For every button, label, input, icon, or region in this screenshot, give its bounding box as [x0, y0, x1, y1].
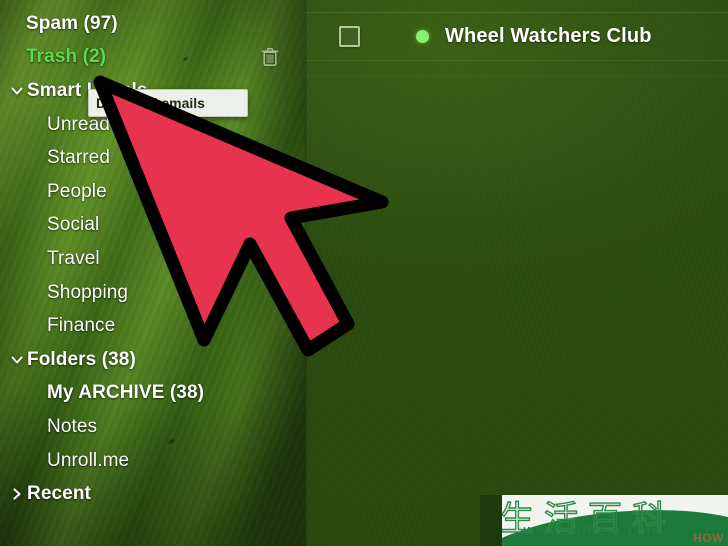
- sidebar-item-label: Shopping: [47, 281, 129, 303]
- sidebar-item-label: Trash (2): [26, 46, 107, 68]
- message-row[interactable]: Wheel Watchers Club: [305, 13, 728, 59]
- pane-seam: [305, 0, 307, 546]
- list-divider-bottom: [305, 60, 728, 61]
- sidebar-item-label: Finance: [47, 315, 116, 337]
- sidebar-item-finance[interactable]: Finance: [0, 309, 305, 343]
- sidebar-item-folders[interactable]: Folders (38): [0, 343, 305, 377]
- chevron-right-icon[interactable]: [9, 486, 25, 502]
- chevron-down-icon[interactable]: [9, 352, 25, 368]
- sidebar-item-label: Unroll.me: [47, 449, 130, 471]
- unread-dot-icon: [416, 29, 429, 43]
- sidebar-item-label: Notes: [47, 415, 98, 437]
- sidebar-item-social[interactable]: Social: [0, 209, 305, 243]
- site-watermark: 生活百科 www.bimeiz.com HOW: [480, 495, 728, 546]
- tooltip-label: Delete all emails: [96, 95, 205, 111]
- pane-sheen: [305, 0, 728, 546]
- sidebar-item-recent[interactable]: Recent: [0, 477, 305, 511]
- message-sender: Wheel Watchers Club: [445, 24, 652, 47]
- sidebar-item-label: Recent: [27, 483, 91, 505]
- sidebar-item-notes[interactable]: Notes: [0, 410, 305, 444]
- sidebar-item-spam[interactable]: Spam (97): [0, 7, 305, 41]
- chevron-down-icon[interactable]: [9, 83, 25, 99]
- sidebar-item-label: My ARCHIVE (38): [47, 382, 205, 404]
- sidebar-item-shopping[interactable]: Shopping: [0, 276, 305, 310]
- sidebar-item-label: Folders (38): [27, 348, 136, 370]
- sidebar-item-travel[interactable]: Travel: [0, 242, 305, 276]
- delete-all-tooltip: Delete all emails: [88, 89, 248, 117]
- sidebar-item-unroll-me[interactable]: Unroll.me: [0, 444, 305, 478]
- message-list-pane: Wheel Watchers Club: [305, 0, 728, 546]
- sidebar-item-label: Starred: [47, 147, 111, 169]
- sidebar-item-people[interactable]: People: [0, 175, 305, 209]
- sidebar-item-starred[interactable]: Starred: [0, 141, 305, 175]
- trash-can-icon[interactable]: [261, 47, 279, 67]
- sidebar-item-label: Travel: [47, 247, 100, 269]
- watermark-ghost-text: HOW: [693, 531, 724, 545]
- sidebar-item-trash[interactable]: Trash (2): [0, 41, 305, 75]
- sidebar-item-label: People: [47, 180, 107, 202]
- sidebar-nav-list: Spam (97)Trash (2)Smart LabelsUnreadStar…: [0, 0, 305, 511]
- sidebar-item-my-archive[interactable]: My ARCHIVE (38): [0, 377, 305, 411]
- watermark-url: www.bimeiz.com: [523, 523, 663, 539]
- sidebar-item-label: Social: [47, 214, 100, 236]
- list-divider-faint: [305, 75, 728, 76]
- sidebar-item-label: Spam (97): [26, 12, 118, 34]
- message-select-checkbox[interactable]: [339, 25, 360, 47]
- sidebar: Spam (97)Trash (2)Smart LabelsUnreadStar…: [0, 0, 305, 546]
- watermark-left-mask: [480, 495, 502, 546]
- email-client-window: Spam (97)Trash (2)Smart LabelsUnreadStar…: [0, 0, 728, 546]
